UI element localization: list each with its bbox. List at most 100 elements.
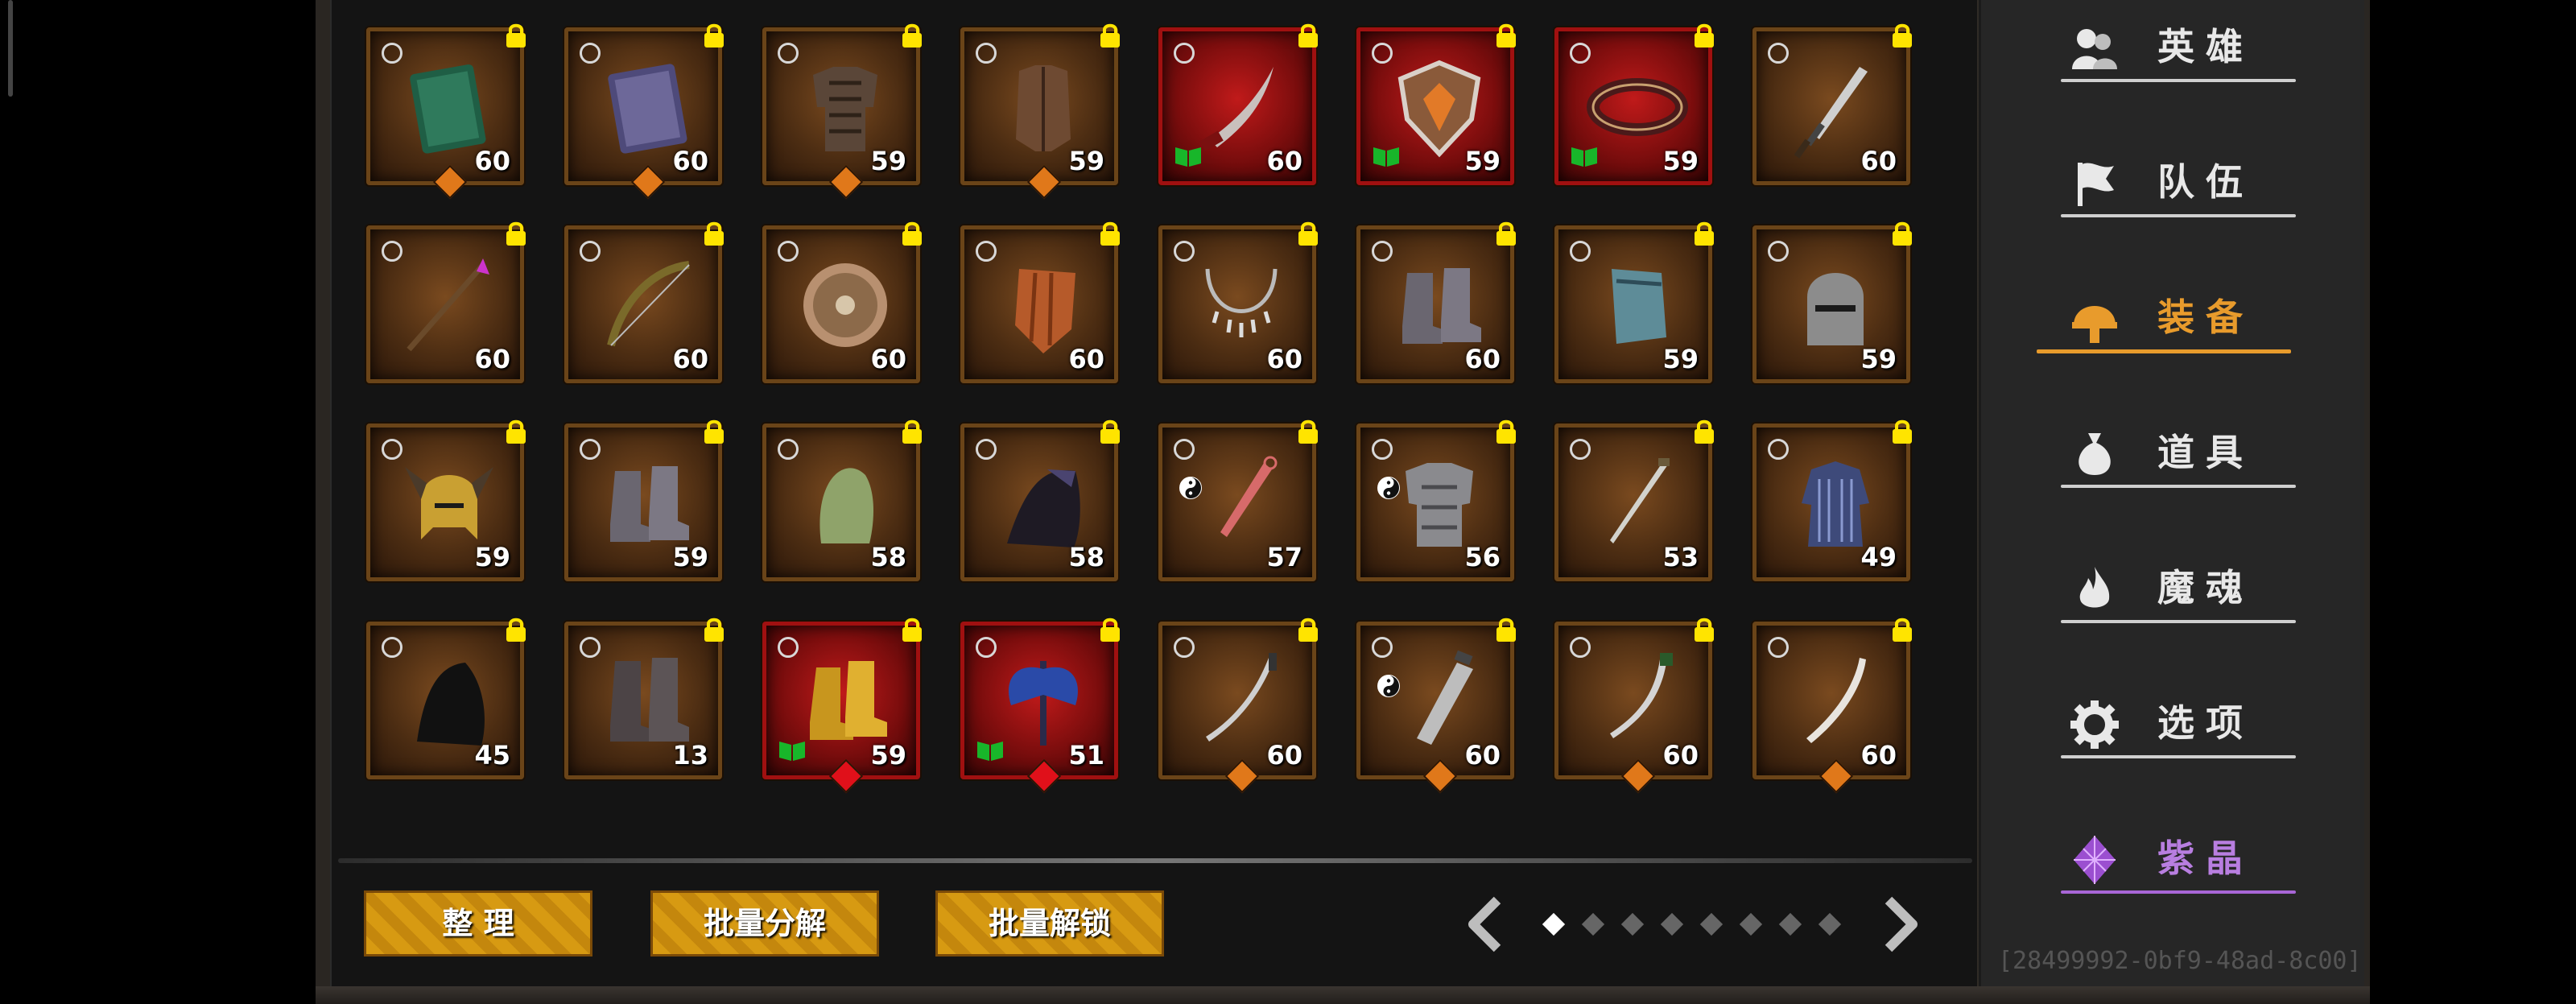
inventory-slot[interactable]: 60	[1356, 618, 1516, 794]
sort-button[interactable]: 整 理	[364, 890, 592, 956]
item-level: 59	[1662, 344, 1699, 374]
item-level: 59	[1464, 146, 1501, 176]
lock-icon[interactable]	[1690, 418, 1718, 445]
lock-icon[interactable]	[1690, 616, 1718, 643]
lock-icon[interactable]	[1690, 220, 1718, 247]
inventory-slot[interactable]: 59	[762, 618, 922, 794]
lock-icon[interactable]	[1096, 418, 1124, 445]
inventory-slot[interactable]: 60	[762, 221, 922, 383]
lock-icon[interactable]	[1492, 220, 1520, 247]
lock-icon[interactable]	[502, 220, 530, 247]
lock-icon[interactable]	[1294, 418, 1322, 445]
sidebar-item-hero[interactable]: 英雄	[2037, 0, 2296, 97]
lock-icon[interactable]	[1294, 220, 1322, 247]
prev-page-icon[interactable]	[1462, 895, 1510, 953]
item-level: 59	[1068, 146, 1104, 176]
lock-icon[interactable]	[898, 418, 926, 445]
inventory-slot[interactable]: 59	[1752, 221, 1912, 383]
inventory-slot[interactable]: 58	[762, 419, 922, 581]
lock-icon[interactable]	[1889, 220, 1916, 247]
lock-icon[interactable]	[502, 22, 530, 49]
lock-icon[interactable]	[1889, 616, 1916, 643]
inventory-slot[interactable]: 60	[960, 221, 1120, 383]
sidebar-item-equipment[interactable]: 装备	[2037, 271, 2294, 367]
inventory-slot[interactable]: 59	[366, 419, 526, 581]
inventory-slot[interactable]: 60	[1752, 23, 1912, 185]
item-level: 45	[474, 740, 510, 771]
item-level: 59	[672, 542, 708, 572]
inventory-slot[interactable]: 59	[1554, 23, 1714, 185]
lock-icon[interactable]	[1492, 22, 1520, 49]
yin-yang-icon	[1179, 477, 1202, 499]
sidebar-item-crystal[interactable]: 紫晶	[2037, 812, 2296, 908]
lock-icon[interactable]	[898, 616, 926, 643]
inventory-slot[interactable]: 59	[1554, 221, 1714, 383]
lock-icon[interactable]	[700, 220, 728, 247]
item-level: 60	[474, 344, 510, 374]
lock-icon[interactable]	[1096, 22, 1124, 49]
divider	[338, 858, 1972, 863]
item-level: 58	[870, 542, 906, 572]
sidebar-underline	[2061, 890, 2296, 894]
item-level: 60	[1662, 740, 1699, 771]
item-level: 58	[1068, 542, 1104, 572]
inventory-slot[interactable]: 51	[960, 618, 1120, 794]
item-level: 60	[1266, 740, 1302, 771]
item-level: 60	[1860, 146, 1897, 176]
inventory-slot[interactable]: 57	[1158, 419, 1318, 581]
inventory-slot[interactable]: 60	[1158, 618, 1318, 794]
inventory-slot[interactable]: 59	[960, 23, 1120, 200]
sidebar-item-soul[interactable]: 魔魂	[2037, 541, 2296, 638]
lock-icon[interactable]	[502, 418, 530, 445]
sidebar-item-items[interactable]: 道具	[2037, 406, 2296, 502]
lock-icon[interactable]	[1492, 616, 1520, 643]
lock-icon[interactable]	[700, 616, 728, 643]
inventory-slot[interactable]: 60	[1554, 618, 1714, 794]
lock-icon[interactable]	[700, 418, 728, 445]
sidebar-item-team[interactable]: 队伍	[2037, 135, 2296, 232]
item-level: 60	[1266, 146, 1302, 176]
next-page-icon[interactable]	[1876, 895, 1924, 953]
inventory-slot[interactable]: 56	[1356, 419, 1516, 581]
flag-icon	[2078, 163, 2114, 206]
inventory-slot[interactable]: 60	[564, 23, 724, 200]
inventory-slot[interactable]: 60	[1752, 618, 1912, 794]
lock-icon[interactable]	[1690, 22, 1718, 49]
item-level: 60	[1464, 344, 1501, 374]
inventory-slot[interactable]: 45	[366, 618, 526, 779]
inventory-slot[interactable]: 58	[960, 419, 1120, 581]
lock-icon[interactable]	[1294, 616, 1322, 643]
inventory-slot[interactable]: 60	[1158, 23, 1318, 185]
lock-icon[interactable]	[898, 22, 926, 49]
frame-bottom	[316, 986, 2370, 1004]
item-level: 51	[1068, 740, 1104, 771]
lock-icon[interactable]	[1294, 22, 1322, 49]
sidebar-underline	[2061, 214, 2296, 217]
lock-icon[interactable]	[1096, 220, 1124, 247]
inventory-slot[interactable]: 49	[1752, 419, 1912, 581]
lock-icon[interactable]	[700, 22, 728, 49]
inventory-slot[interactable]: 59	[762, 23, 922, 200]
lock-icon[interactable]	[1096, 616, 1124, 643]
crystal-icon	[2074, 836, 2116, 884]
batch-unlock-button[interactable]: 批量解锁	[935, 890, 1164, 956]
inventory-slot[interactable]: 59	[564, 419, 724, 581]
batch-decompose-button[interactable]: 批量分解	[650, 890, 879, 956]
inventory-slot[interactable]: 60	[366, 23, 526, 200]
inventory-slot[interactable]: 60	[1356, 221, 1516, 383]
lock-icon[interactable]	[898, 220, 926, 247]
lock-icon[interactable]	[1889, 22, 1916, 49]
inventory-slot[interactable]: 53	[1554, 419, 1714, 581]
inventory-slot[interactable]: 60	[564, 221, 724, 383]
inventory-slot[interactable]: 60	[1158, 221, 1318, 383]
inventory-slot[interactable]: 13	[564, 618, 724, 779]
lock-icon[interactable]	[1889, 418, 1916, 445]
flame-icon	[2079, 567, 2110, 608]
yin-yang-icon	[1377, 477, 1400, 499]
inventory-slot[interactable]: 59	[1356, 23, 1516, 185]
sidebar-item-options[interactable]: 选项	[2037, 676, 2296, 773]
inventory-slot[interactable]: 60	[366, 221, 526, 383]
item-level: 60	[1860, 740, 1897, 771]
lock-icon[interactable]	[1492, 418, 1520, 445]
lock-icon[interactable]	[502, 616, 530, 643]
